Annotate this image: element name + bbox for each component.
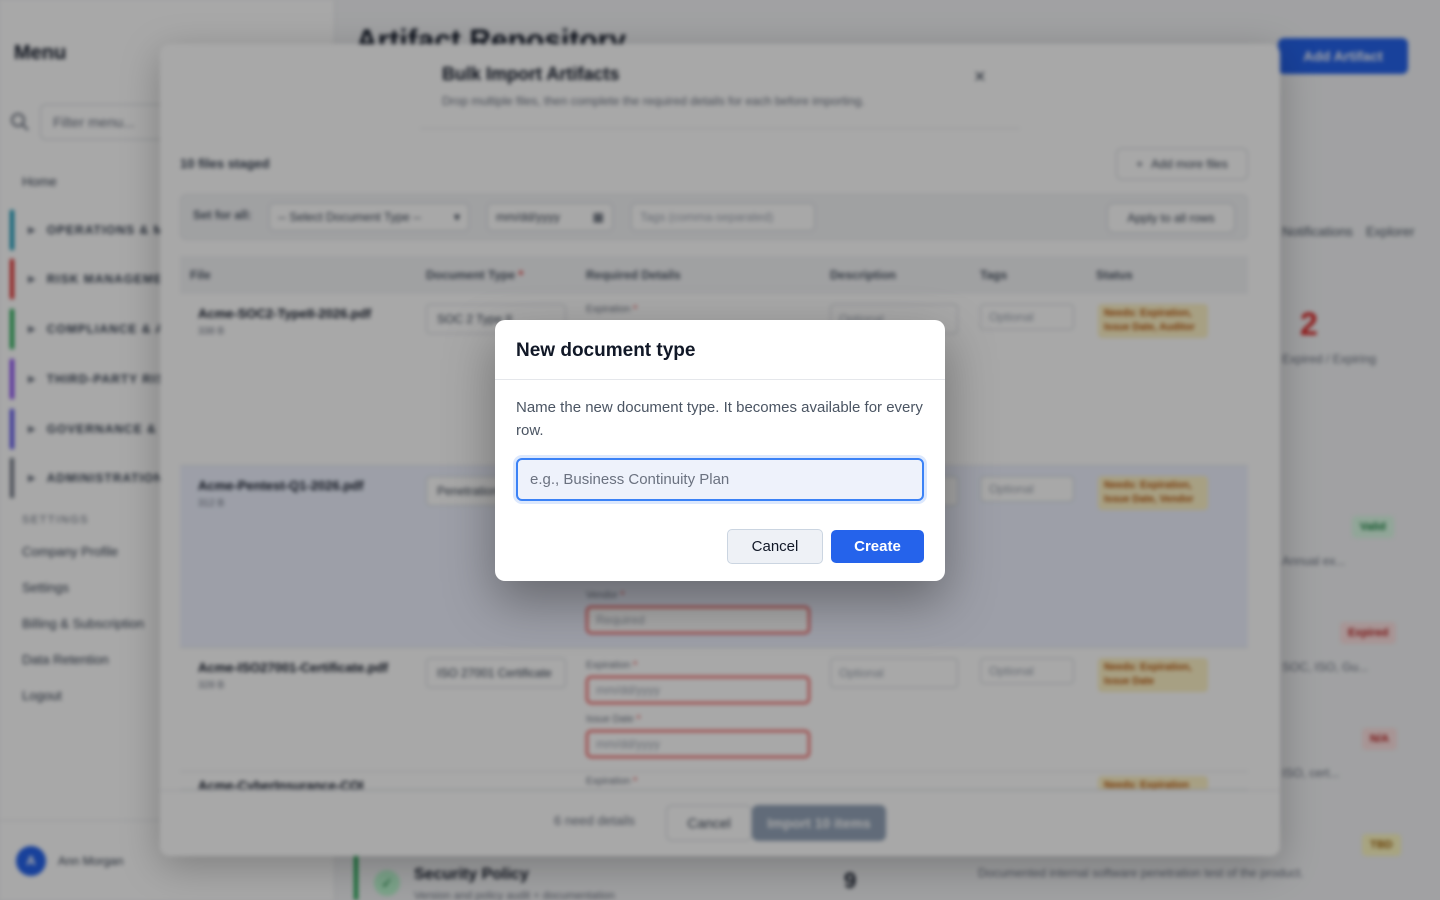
dialog-description: Name the new document type. It becomes a… xyxy=(516,399,923,439)
divider xyxy=(495,379,945,380)
create-button[interactable]: Create xyxy=(831,530,924,563)
cancel-button[interactable]: Cancel xyxy=(727,529,823,564)
new-document-type-dialog: New document type Name the new document … xyxy=(495,320,945,581)
dialog-title: New document type xyxy=(516,340,696,361)
document-type-name-input[interactable] xyxy=(516,458,924,501)
